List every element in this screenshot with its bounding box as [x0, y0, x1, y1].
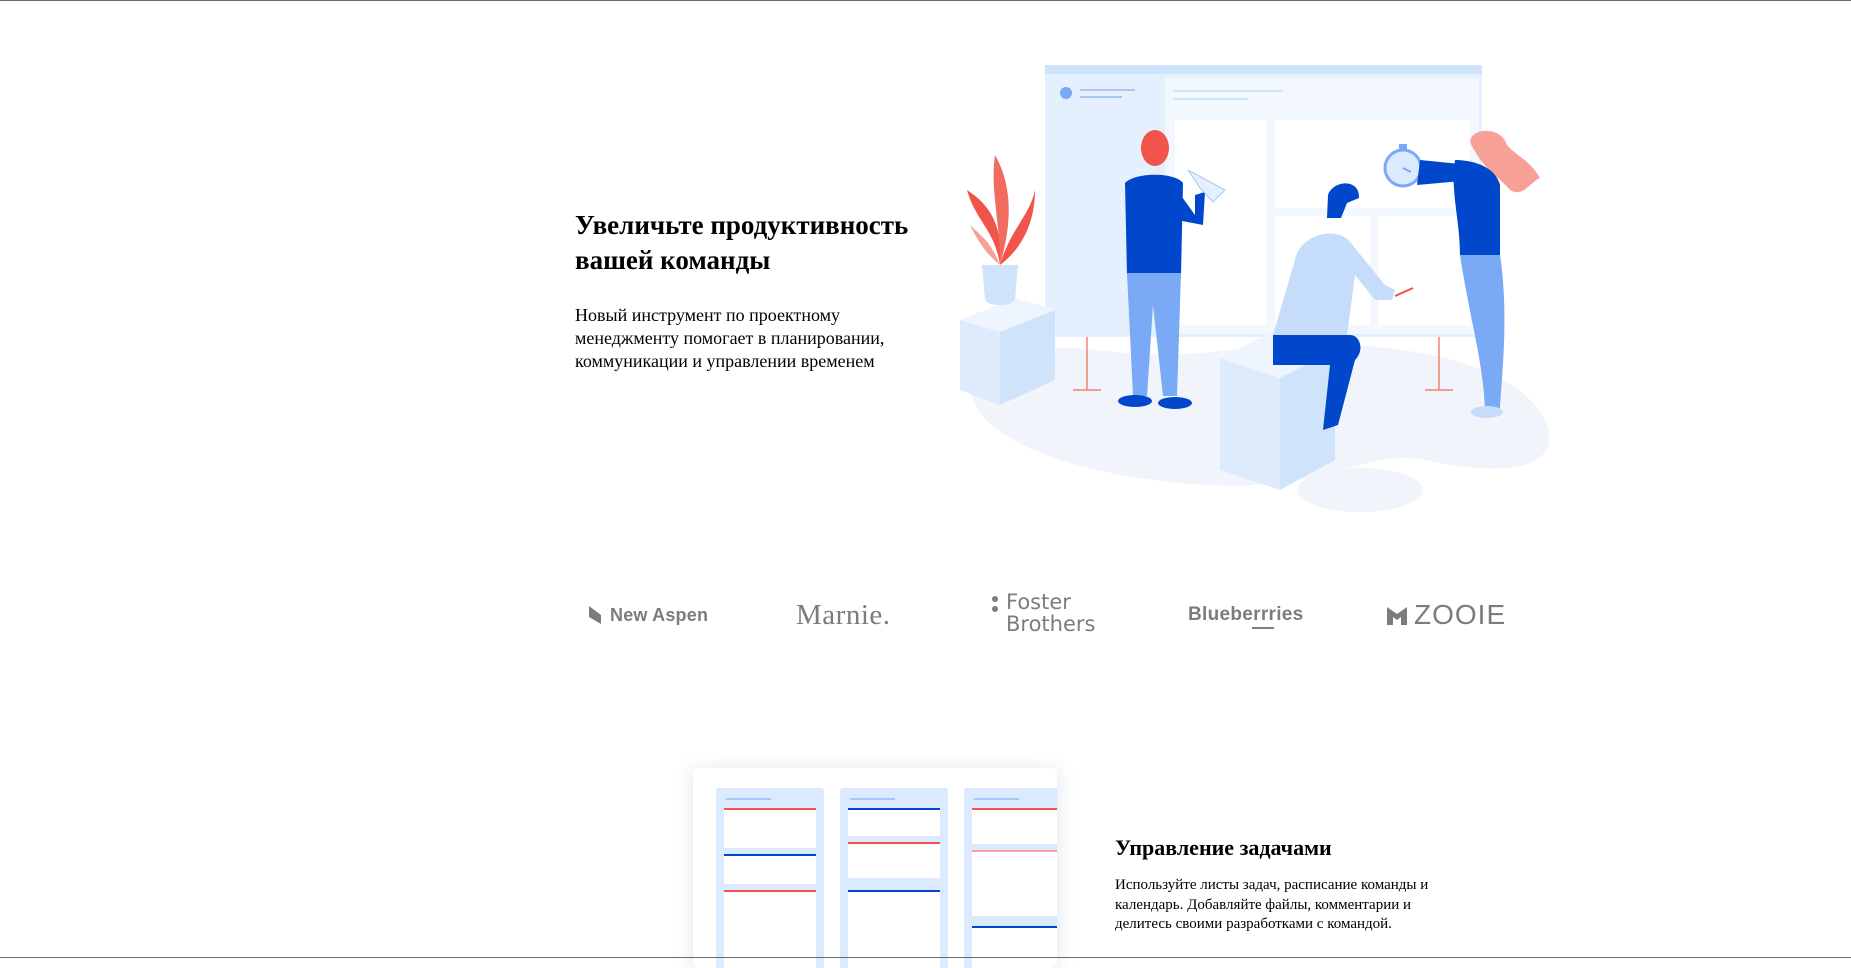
logo-zooie: ZOOIE	[1386, 585, 1506, 645]
feature-description: Используйте листы задач, расписание кома…	[1115, 877, 1429, 932]
board-top-bar	[1045, 65, 1482, 74]
kanban-column	[964, 788, 1057, 968]
kanban-card	[724, 854, 816, 884]
team-collaboration-illustration	[960, 65, 1550, 512]
logo-foster-line2: Brothers	[1006, 612, 1096, 636]
board-line	[1173, 98, 1248, 100]
logo-marnie-text: Marnie.	[796, 598, 891, 631]
man-shoe	[1158, 397, 1192, 409]
cube-right-side	[1220, 358, 1280, 490]
zooie-mark-icon	[1387, 607, 1407, 625]
board-panel	[1378, 216, 1470, 325]
logo-foster-line1: Foster	[1006, 590, 1071, 614]
kanban-card	[848, 842, 940, 878]
feature-section: Управление задачами Используйте листы за…	[1115, 834, 1475, 935]
man-body	[1125, 174, 1183, 275]
task-board-preview	[693, 768, 1057, 968]
kanban-card	[972, 808, 1057, 844]
plant-pot	[982, 265, 1018, 306]
logo-blueberries-text: Blueberrries	[1188, 604, 1304, 625]
kanban-column	[840, 788, 948, 968]
kanban-column	[716, 788, 824, 968]
logo-zooie-text: ZOOIE	[1414, 599, 1507, 630]
logo-marnie: Marnie.	[796, 585, 891, 645]
man-head	[1141, 130, 1169, 166]
board-panel	[1175, 120, 1267, 325]
stopwatch-button	[1399, 144, 1407, 150]
board-line	[1080, 96, 1122, 98]
cube-left-side	[960, 320, 1000, 405]
board-line	[1080, 89, 1135, 91]
floor-shadow-small	[1297, 468, 1423, 512]
top-border	[0, 0, 1851, 1]
man-shoe	[1118, 395, 1152, 407]
board-avatar	[1060, 87, 1072, 99]
client-logos: New Aspen Marnie. Foster Brothers Bluebe…	[570, 585, 1530, 645]
logo-new-aspen: New Aspen	[588, 585, 708, 645]
hero-section: Увеличьте продуктивность вашей команды Н…	[575, 208, 975, 373]
kanban-card	[724, 808, 816, 848]
blueberries-underline	[1252, 627, 1274, 629]
hero-title: Увеличьте продуктивность вашей команды	[575, 210, 909, 275]
hero-description: Новый инструмент по проектному менеджмен…	[575, 305, 885, 371]
woman-torso	[1453, 160, 1500, 255]
kanban-card	[848, 808, 940, 836]
kanban-card	[972, 926, 1057, 968]
new-aspen-mark-icon	[589, 606, 601, 624]
woman-shoe	[1471, 406, 1503, 418]
logo-blueberries: Blueberrries	[1188, 585, 1304, 645]
logo-new-aspen-text: New Aspen	[610, 604, 709, 625]
kanban-card	[972, 850, 1057, 916]
logo-foster-brothers: Foster Brothers	[992, 585, 1095, 651]
foster-dots-icon	[992, 591, 1000, 612]
board-line	[1173, 90, 1283, 92]
feature-title: Управление задачами	[1115, 835, 1332, 860]
